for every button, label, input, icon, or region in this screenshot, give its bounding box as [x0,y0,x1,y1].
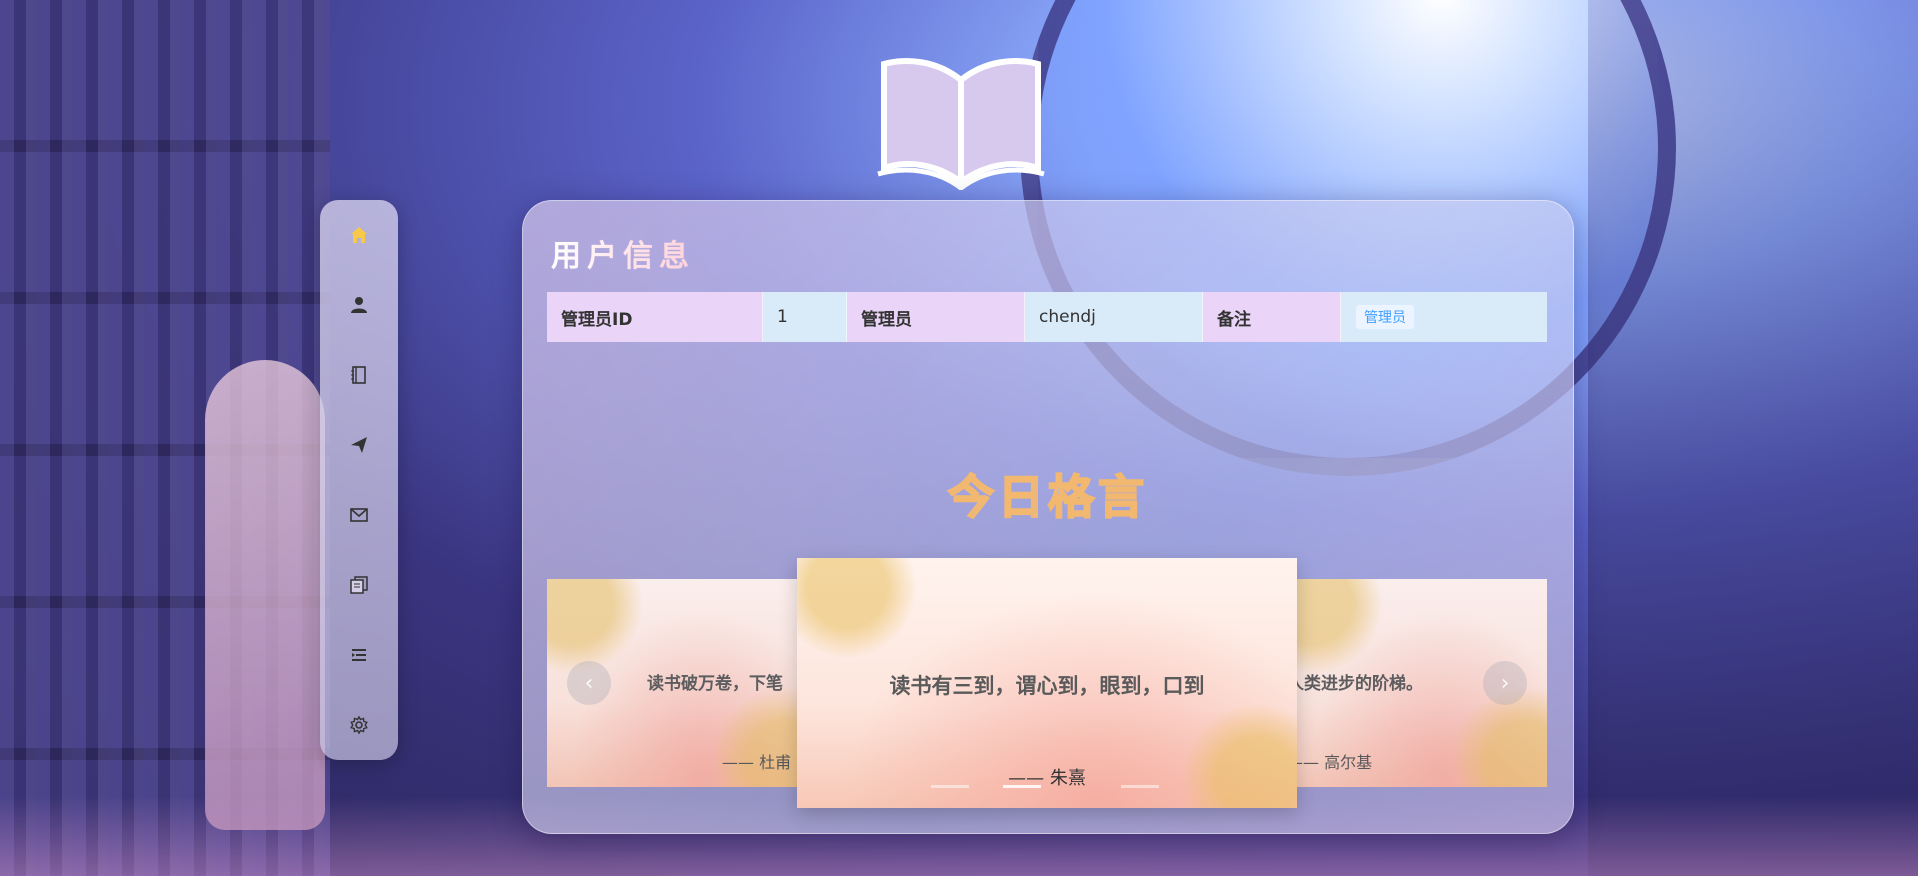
sidebar-item-notebook[interactable] [320,350,398,400]
admin-name-value: chendj [1025,292,1203,342]
remark-label: 备注 [1203,292,1341,342]
carousel-indicator[interactable] [931,785,969,788]
motto-author: —— 高尔基 [1287,753,1373,772]
motto-author: —— 杜甫 [722,753,792,772]
sidebar-item-settings[interactable] [320,700,398,750]
remark-value: 管理员 [1341,292,1547,342]
sidebar-item-copy[interactable] [320,560,398,610]
gear-icon [350,715,368,735]
admin-name-label: 管理员 [847,292,1025,342]
motto-quote: 人类进步的阶梯。 [1287,674,1423,694]
copy-icon [350,576,368,594]
admin-id-value: 1 [763,292,847,342]
sidebar-item-home[interactable] [320,210,398,260]
page-title: 用户信息 [551,231,695,275]
list-icon [352,649,366,661]
carousel-indicator[interactable] [1121,785,1159,788]
motto-quote: 读书有三到，谓心到，眼到，口到 [889,674,1205,698]
sidebar-item-send[interactable] [320,420,398,470]
sidebar-item-user[interactable] [320,280,398,330]
motto-heading: 今日格言 [947,469,1148,525]
chevron-left-icon: ‹ [584,670,594,696]
admin-id-label: 管理员ID [547,292,763,342]
carousel-prev-button[interactable]: ‹ [567,661,611,705]
sidebar-nav [320,200,398,760]
user-info-panel: 用户信息 管理员ID 1 管理员 chendj 备注 管理员 今日格言 读书破万… [522,200,1574,834]
role-tag: 管理员 [1355,304,1415,330]
background-right [1588,0,1918,876]
open-book-logo-icon [877,58,1045,190]
background-statue [205,360,325,830]
send-icon [351,437,367,453]
carousel-indicator-active[interactable] [1003,785,1041,788]
chevron-right-icon: › [1500,670,1510,696]
user-info-table: 管理员ID 1 管理员 chendj 备注 管理员 [547,292,1547,342]
sidebar-item-mail[interactable] [320,490,398,540]
motto-quote: 读书破万卷，下笔 [647,674,783,694]
motto-author: —— 朱熹 [1008,768,1086,789]
carousel-next-button[interactable]: › [1483,661,1527,705]
user-icon [351,297,367,313]
sidebar-item-list[interactable] [320,630,398,680]
mail-icon [350,508,368,522]
notebook-icon [351,366,366,384]
motto-card-active[interactable]: 读书有三到，谓心到，眼到，口到 —— 朱熹 [797,558,1297,808]
home-icon [351,227,367,243]
